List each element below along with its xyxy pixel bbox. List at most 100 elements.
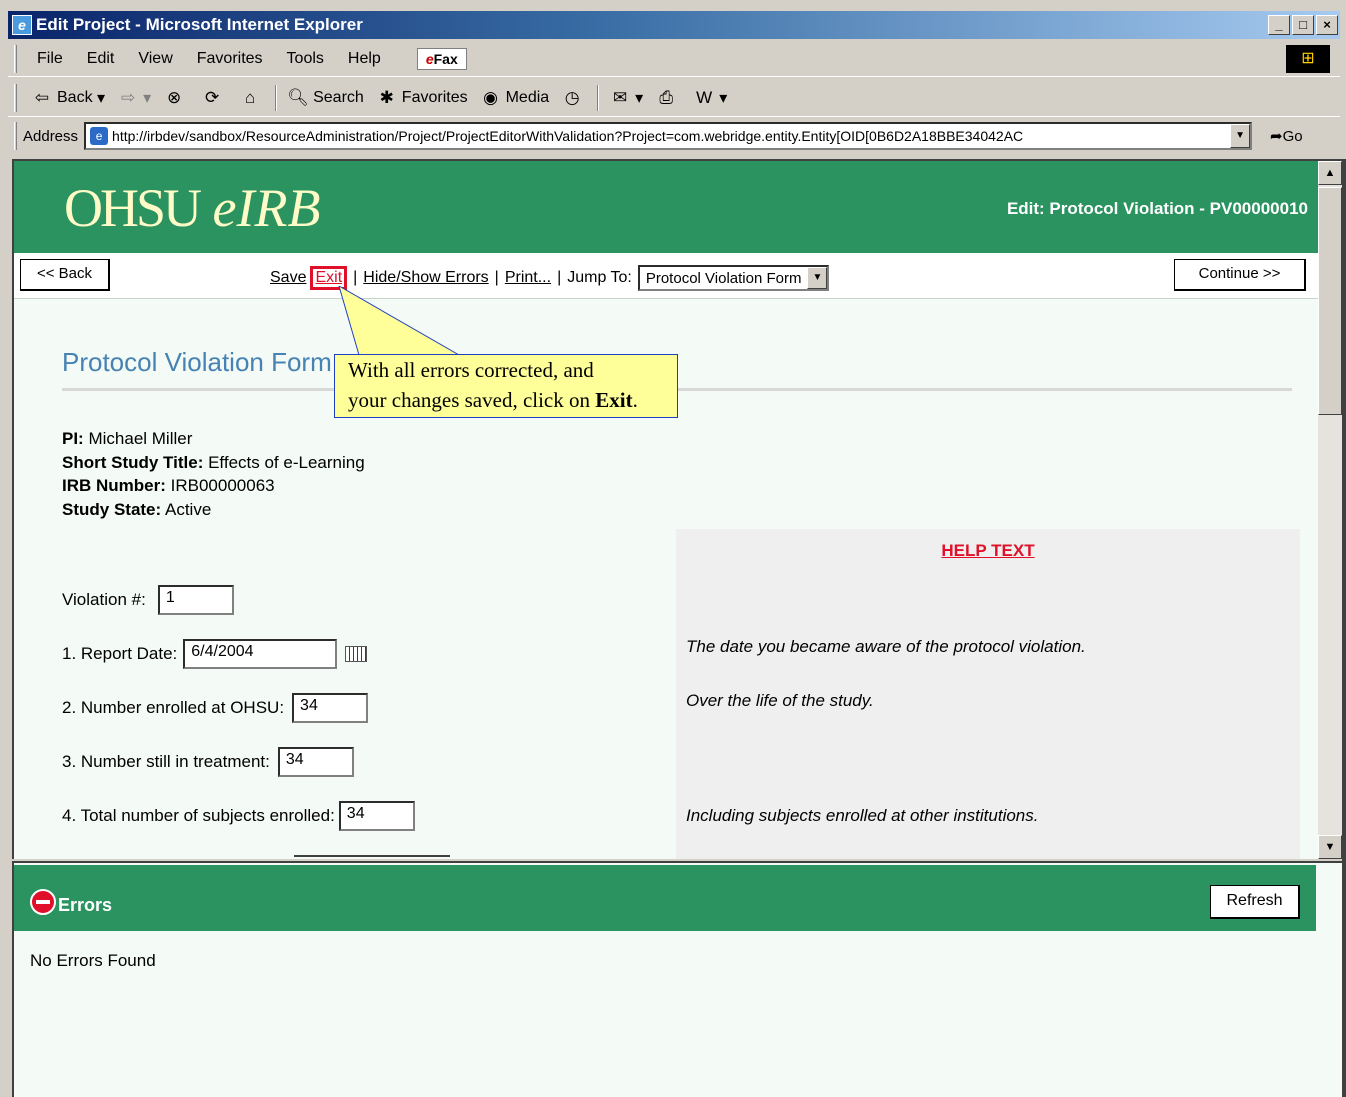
mail-icon: ✉ <box>613 87 628 107</box>
site-banner: OHSU eIRB Edit: Protocol Violation - PV0… <box>14 161 1318 253</box>
callout-pointer <box>338 286 461 356</box>
still-in-treatment-input[interactable]: 34 <box>277 747 354 777</box>
mail-button[interactable]: ✉ ▾ <box>603 87 649 109</box>
efax-label: Fax <box>433 50 458 67</box>
still-in-treatment-label: 3. Number still in treatment: <box>62 752 270 771</box>
menu-favorites[interactable]: Favorites <box>185 50 275 68</box>
refresh-browser-button[interactable]: ⟳ <box>195 87 233 109</box>
menu-file[interactable]: File <box>25 50 75 68</box>
violation-number-input[interactable]: 1 <box>157 585 234 615</box>
pi-value: Michael Miller <box>88 429 193 448</box>
media-icon: ◉ <box>483 87 499 107</box>
home-button[interactable]: ⌂ <box>233 87 271 109</box>
form-navbar: << Back Save Exit | Hide/Show Errors | P… <box>14 253 1318 299</box>
report-date-input[interactable]: 6/4/2004 <box>183 639 338 669</box>
stop-button[interactable]: ⊗ <box>157 87 195 109</box>
go-button[interactable]: ➦ Go <box>1270 127 1303 146</box>
instruction-callout: With all errors corrected, and your chan… <box>334 354 678 418</box>
study-state-row: Study State: Active <box>62 498 365 522</box>
go-label: Go <box>1282 127 1303 145</box>
next-field-partial <box>294 855 450 859</box>
refresh-button[interactable]: Refresh <box>1210 885 1300 919</box>
ohsu-eirb-logo: OHSU eIRB <box>64 177 320 239</box>
page-icon: e <box>90 127 109 145</box>
stop-icon: ⊗ <box>166 87 182 107</box>
address-label: Address <box>23 127 79 145</box>
ie-icon: e <box>12 15 32 35</box>
calendar-icon[interactable] <box>345 646 368 662</box>
minimize-button[interactable]: _ <box>1268 15 1290 35</box>
search-button[interactable]: 🔍︎ Search <box>281 87 370 109</box>
print-button[interactable]: ⎙ <box>649 87 687 109</box>
pi-row: PI: Michael Miller <box>62 427 365 451</box>
scroll-down-button[interactable]: ▼ <box>1318 835 1342 859</box>
address-grip[interactable] <box>14 122 17 150</box>
favorites-label: Favorites <box>401 88 468 106</box>
forward-arrow-icon: ⇨ <box>120 87 136 107</box>
errors-title: Errors <box>58 895 113 915</box>
separator: | <box>353 269 358 286</box>
total-enrolled-input[interactable]: 34 <box>338 801 415 831</box>
back-page-button[interactable]: << Back <box>20 259 110 291</box>
study-info: PI: Michael Miller Short Study Title: Ef… <box>62 427 365 521</box>
address-url[interactable]: http://irbdev/sandbox/ResourceAdministra… <box>112 128 1023 144</box>
toolbar-separator <box>597 84 600 111</box>
history-button[interactable]: ◷ <box>555 87 593 109</box>
help-text-total: Including subjects enrolled at other ins… <box>686 806 1039 825</box>
word-edit-button[interactable]: W ▾ <box>687 87 733 109</box>
error-stop-icon <box>30 889 56 915</box>
violation-number-row: Violation #: 1 <box>62 585 234 615</box>
separator: | <box>494 269 499 286</box>
report-date-row: 1. Report Date: 6/4/2004 <box>62 639 368 669</box>
continue-button[interactable]: Continue >> <box>1174 259 1306 291</box>
menu-tools[interactable]: Tools <box>275 50 336 68</box>
state-value: Active <box>164 499 212 519</box>
search-icon: 🔍︎ <box>287 87 309 107</box>
chevron-down-icon[interactable]: ▼ <box>807 267 828 289</box>
back-button[interactable]: ⇦ Back ▾ <box>25 87 111 109</box>
address-bar: Address e http://irbdev/sandbox/Resource… <box>8 117 1340 155</box>
refresh-icon: ⟳ <box>204 87 220 107</box>
jump-to-select[interactable]: Protocol Violation Form ▼ <box>637 265 830 291</box>
print-link[interactable]: Print... <box>505 269 551 287</box>
window-title: Edit Project - Microsoft Internet Explor… <box>36 15 363 34</box>
media-button[interactable]: ◉ Media <box>474 87 556 109</box>
short-title-value: Effects of e-Learning <box>208 452 365 472</box>
scroll-up-button[interactable]: ▲ <box>1318 161 1342 185</box>
jump-to-value: Protocol Violation Form <box>645 269 802 287</box>
menu-help[interactable]: Help <box>336 50 393 68</box>
menu-view[interactable]: View <box>126 50 184 68</box>
favorites-button[interactable]: ✱ Favorites <box>370 87 474 109</box>
forward-button[interactable]: ⇨ ▾ <box>111 87 157 109</box>
page-scrollbar[interactable]: ▲ ▼ <box>1318 161 1342 859</box>
printer-icon: ⎙ <box>659 87 673 107</box>
save-link[interactable]: Save <box>270 269 306 287</box>
close-button[interactable]: × <box>1316 15 1338 35</box>
toolbar-grip[interactable] <box>14 83 17 112</box>
pi-label: PI: <box>62 429 84 448</box>
menubar-grip[interactable] <box>14 44 17 73</box>
maximize-button[interactable]: □ <box>1292 15 1314 35</box>
history-icon: ◷ <box>564 87 580 107</box>
back-label: Back <box>57 88 93 106</box>
efax-button[interactable]: eFax <box>416 47 467 70</box>
irb-value: IRB00000063 <box>170 476 275 495</box>
callout-line-1: With all errors corrected, and <box>348 358 594 382</box>
menu-edit[interactable]: Edit <box>75 50 127 68</box>
scroll-thumb[interactable] <box>1318 187 1342 415</box>
total-enrolled-row: 4. Total number of subjects enrolled: 34 <box>62 801 415 831</box>
errors-message: No Errors Found <box>30 951 156 970</box>
address-input[interactable]: e http://irbdev/sandbox/ResourceAdminist… <box>84 122 1253 150</box>
jump-to-label: Jump To: <box>567 269 632 286</box>
callout-text: your changes saved, click on <box>348 388 596 412</box>
hide-show-errors-link[interactable]: Hide/Show Errors <box>363 269 488 287</box>
address-dropdown-button[interactable]: ▼ <box>1230 124 1251 148</box>
media-label: Media <box>505 88 550 106</box>
enrolled-ohsu-row: 2. Number enrolled at OHSU: 34 <box>62 693 369 723</box>
go-arrow-icon: ➦ <box>1270 128 1283 145</box>
window-controls: _ □ × <box>1268 15 1338 35</box>
still-in-treatment-row: 3. Number still in treatment: 34 <box>62 747 354 777</box>
short-title-label: Short Study Title: <box>62 452 204 472</box>
enrolled-ohsu-input[interactable]: 34 <box>292 693 369 723</box>
back-arrow-icon: ⇦ <box>34 87 50 107</box>
